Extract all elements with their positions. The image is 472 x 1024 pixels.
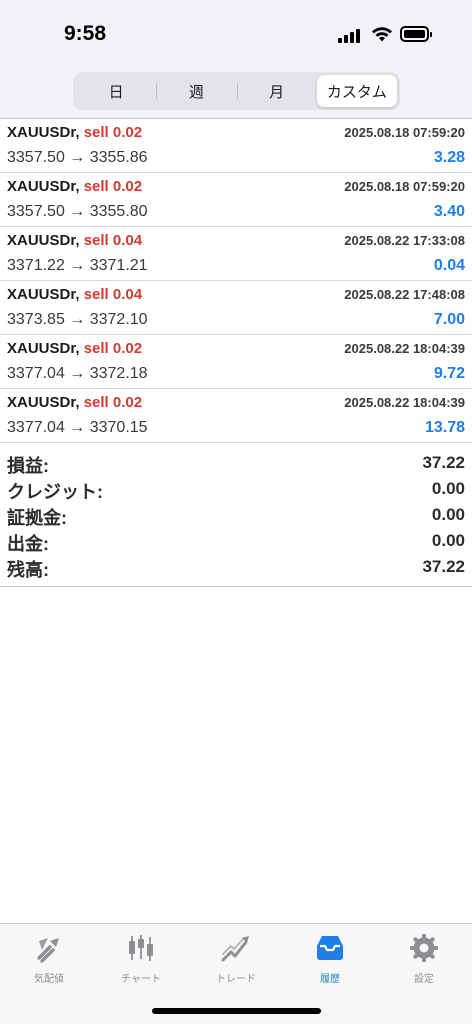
segment-month[interactable]: 月 [236, 75, 317, 107]
segment-label: 日 [108, 83, 124, 101]
tab-label: トレード [216, 974, 256, 985]
trade-profit: 0.04 [433, 257, 465, 274]
trade-row[interactable]: XAUUSDr, sell 0.02 2025.08.18 07:59:20 3… [0, 173, 472, 227]
tab-chart[interactable]: チャート [94, 932, 188, 988]
segment-label: 月 [269, 83, 285, 101]
trade-profit: 3.28 [433, 149, 465, 166]
tab-bar: 気配値 チャート トレード 履歴 設定 [0, 923, 472, 1024]
summary-row-margin: 証拠金: 0.00 [0, 501, 472, 528]
trade-symbol: XAUUSDr, [7, 178, 80, 195]
segment-day[interactable]: 日 [76, 75, 156, 107]
wifi-icon [372, 27, 392, 42]
summary-row-profit: 損益: 37.22 [0, 449, 472, 476]
status-bar: 9:58 [0, 0, 472, 62]
trade-profit: 7.00 [433, 311, 465, 328]
trade-side: sell 0.04 [83, 232, 143, 249]
summary-value: 37.22 [422, 453, 465, 472]
trade-row[interactable]: XAUUSDr, sell 0.04 2025.08.22 17:48:08 3… [0, 281, 472, 335]
summary-row-withdrawal: 出金: 0.00 [0, 527, 472, 554]
summary-row-balance: 残高: 37.22 [0, 553, 472, 580]
tab-history[interactable]: 履歴 [283, 932, 377, 988]
trade-symbol: XAUUSDr, [7, 286, 80, 303]
trade-side: sell 0.02 [83, 124, 143, 141]
trade-symbol: XAUUSDr, [7, 232, 80, 249]
summary-value: 0.00 [431, 505, 465, 524]
segment-custom[interactable]: カスタム [316, 75, 397, 107]
tab-settings[interactable]: 設定 [377, 932, 471, 988]
period-segmented-control: 日 週 月 カスタム [73, 72, 400, 110]
cellular-signal-icon [338, 27, 364, 43]
summary-value: 0.00 [431, 531, 465, 550]
trade-datetime: 2025.08.22 18:04:39 [344, 395, 465, 410]
trade-icon [221, 936, 249, 962]
segment-label: カスタム [326, 83, 387, 101]
summary-value: 0.00 [431, 479, 465, 498]
trade-side: sell 0.02 [83, 340, 143, 357]
trade-symbol: XAUUSDr, [7, 340, 80, 357]
trade-prices: 3371.22 → 3371.21 [7, 257, 148, 274]
tab-quotes[interactable]: 気配値 [2, 932, 96, 988]
trade-datetime: 2025.08.22 18:04:39 [344, 341, 465, 356]
tab-trade[interactable]: トレード [189, 932, 283, 988]
trade-profit: 3.40 [433, 203, 465, 220]
trade-side: sell 0.02 [83, 178, 143, 195]
status-time: 9:58 [64, 22, 107, 45]
quotes-icon [37, 938, 59, 963]
trade-datetime: 2025.08.22 17:48:08 [344, 287, 465, 302]
trade-prices: 3373.85 → 3372.10 [7, 311, 148, 328]
battery-icon [400, 26, 432, 42]
trade-row[interactable]: XAUUSDr, sell 0.02 2025.08.22 18:04:39 3… [0, 389, 472, 443]
trade-row[interactable]: XAUUSDr, sell 0.04 2025.08.22 17:33:08 3… [0, 227, 472, 281]
tab-label: 履歴 [320, 974, 340, 985]
trade-symbol: XAUUSDr, [7, 394, 80, 411]
summary-label: 残高: [7, 560, 49, 580]
trade-datetime: 2025.08.18 07:59:20 [344, 179, 465, 194]
settings-icon [410, 934, 438, 962]
summary-value: 37.22 [422, 557, 465, 576]
history-list: XAUUSDr, sell 0.02 2025.08.18 07:59:20 3… [0, 118, 472, 443]
trade-prices: 3357.50 → 3355.80 [7, 203, 148, 220]
trade-side: sell 0.02 [83, 394, 143, 411]
tab-label: 気配値 [34, 974, 64, 985]
trade-side: sell 0.04 [83, 286, 143, 303]
trade-profit: 13.78 [424, 419, 465, 436]
trade-datetime: 2025.08.22 17:33:08 [344, 233, 465, 248]
trade-prices: 3357.50 → 3355.86 [7, 149, 148, 166]
tab-label: 設定 [414, 974, 434, 985]
chart-icon [129, 935, 153, 961]
home-indicator[interactable] [152, 1008, 321, 1014]
account-summary: 損益: 37.22 クレジット: 0.00 証拠金: 0.00 出金: 0.00… [0, 449, 472, 587]
trade-datetime: 2025.08.18 07:59:20 [344, 125, 465, 140]
trade-symbol: XAUUSDr, [7, 124, 80, 141]
segment-label: 週 [188, 83, 204, 101]
segment-week[interactable]: 週 [156, 75, 236, 107]
trade-profit: 9.72 [433, 365, 465, 382]
trade-row[interactable]: XAUUSDr, sell 0.02 2025.08.18 07:59:20 3… [0, 119, 472, 173]
trade-prices: 3377.04 → 3372.18 [7, 365, 148, 382]
summary-row-credit: クレジット: 0.00 [0, 475, 472, 502]
trade-row[interactable]: XAUUSDr, sell 0.02 2025.08.22 18:04:39 3… [0, 335, 472, 389]
history-icon [317, 936, 343, 960]
tab-label: チャート [121, 974, 161, 985]
header-area: 9:58 日 週 月 カスタム [0, 0, 472, 118]
trade-prices: 3377.04 → 3370.15 [7, 419, 148, 436]
